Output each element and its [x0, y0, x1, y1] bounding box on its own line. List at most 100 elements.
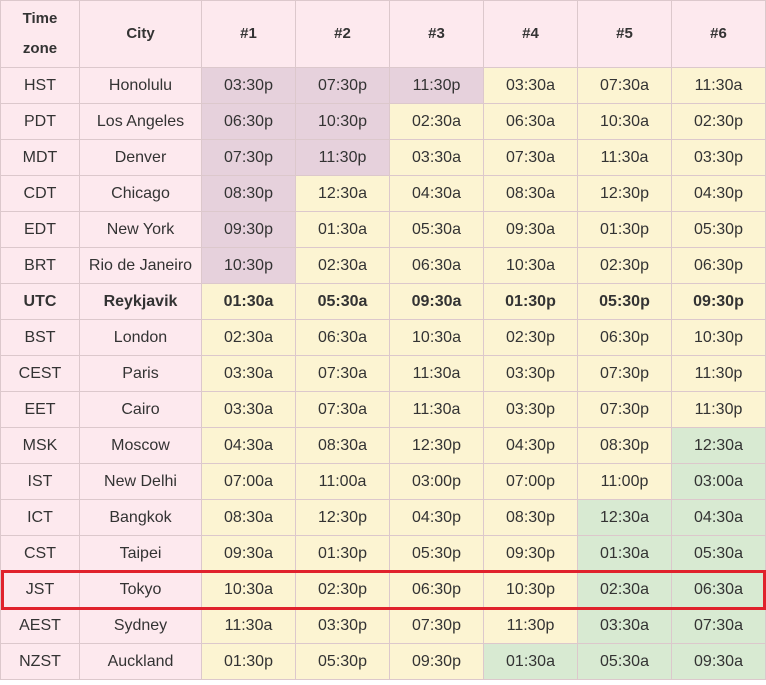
cell-time-slot-1: 07:00a	[201, 463, 296, 500]
cell-time-slot-1: 02:30a	[201, 319, 296, 356]
cell-time-slot-4: 03:30a	[483, 67, 578, 104]
table-row: BRT Rio de Janeiro 10:30p 02:30a 06:30a 10:30…	[0, 247, 766, 284]
cell-time-slot-5: 10:30a	[577, 103, 672, 140]
table-body: HST Honolulu 03:30p 07:30p 11:30p 03:30a 07:30…	[0, 67, 766, 680]
cell-time-slot-6: 11:30a	[671, 67, 766, 104]
cell-time-zone: HST	[0, 67, 80, 104]
cell-time-slot-1: 08:30a	[201, 499, 296, 536]
cell-time-zone: MSK	[0, 427, 80, 464]
cell-time-slot-4: 11:30p	[483, 607, 578, 644]
table-row-highlighted: JST Tokyo 10:30a 02:30p 06:30p 10:30p 02:30a 06…	[0, 571, 766, 608]
cell-time-slot-5: 12:30a	[577, 499, 672, 536]
cell-time-slot-3: 04:30p	[389, 499, 484, 536]
cell-time-slot-3: 06:30a	[389, 247, 484, 284]
cell-time-slot-5: 02:30a	[577, 571, 672, 608]
cell-city: Cairo	[79, 391, 202, 428]
cell-time-slot-3: 11:30a	[389, 391, 484, 428]
cell-time-slot-1: 07:30p	[201, 139, 296, 176]
cell-time-slot-1: 01:30p	[201, 643, 296, 680]
cell-time-slot-6: 06:30a	[671, 571, 766, 608]
cell-city: Reykjavik	[79, 283, 202, 320]
cell-time-slot-2: 02:30p	[295, 571, 390, 608]
table-row: MSK Moscow 04:30a 08:30a 12:30p 04:30p 08:30p 1…	[0, 427, 766, 464]
table-row: EET Cairo 03:30a 07:30a 11:30a 03:30p 07:30p 11…	[0, 391, 766, 428]
cell-time-slot-4: 04:30p	[483, 427, 578, 464]
cell-time-slot-4: 06:30a	[483, 103, 578, 140]
cell-time-zone: MDT	[0, 139, 80, 176]
cell-time-slot-5: 03:30a	[577, 607, 672, 644]
cell-time-zone: CEST	[0, 355, 80, 392]
cell-time-zone: PDT	[0, 103, 80, 140]
cell-time-slot-4: 10:30p	[483, 571, 578, 608]
cell-time-slot-1: 11:30a	[201, 607, 296, 644]
cell-time-slot-5: 07:30a	[577, 67, 672, 104]
cell-city: Rio de Janeiro	[79, 247, 202, 284]
cell-time-slot-6: 09:30a	[671, 643, 766, 680]
header-slot-1: #1	[201, 0, 296, 68]
cell-city: Moscow	[79, 427, 202, 464]
cell-time-slot-2: 05:30a	[295, 283, 390, 320]
table-row: UTC Reykjavik 01:30a 05:30a 09:30a 01:30p 05:3…	[0, 283, 766, 320]
cell-city: Auckland	[79, 643, 202, 680]
cell-time-slot-6: 07:30a	[671, 607, 766, 644]
table-row: CST Taipei 09:30a 01:30p 05:30p 09:30p 01:30a 0…	[0, 535, 766, 572]
cell-time-slot-2: 07:30a	[295, 355, 390, 392]
cell-time-slot-5: 11:00p	[577, 463, 672, 500]
header-slot-4: #4	[483, 0, 578, 68]
cell-time-slot-3: 06:30p	[389, 571, 484, 608]
table-row: ICT Bangkok 08:30a 12:30p 04:30p 08:30p 12:30a…	[0, 499, 766, 536]
cell-time-slot-3: 07:30p	[389, 607, 484, 644]
cell-time-slot-6: 04:30p	[671, 175, 766, 212]
cell-time-slot-6: 05:30a	[671, 535, 766, 572]
cell-time-slot-4: 03:30p	[483, 355, 578, 392]
cell-time-slot-2: 07:30a	[295, 391, 390, 428]
cell-time-slot-5: 06:30p	[577, 319, 672, 356]
cell-time-slot-3: 11:30a	[389, 355, 484, 392]
cell-time-slot-2: 01:30p	[295, 535, 390, 572]
cell-time-slot-3: 11:30p	[389, 67, 484, 104]
cell-time-slot-4: 09:30p	[483, 535, 578, 572]
cell-time-slot-5: 08:30p	[577, 427, 672, 464]
cell-time-slot-5: 01:30p	[577, 211, 672, 248]
cell-time-slot-6: 11:30p	[671, 355, 766, 392]
cell-city: Sydney	[79, 607, 202, 644]
cell-city: London	[79, 319, 202, 356]
cell-time-zone: BST	[0, 319, 80, 356]
cell-time-zone: EET	[0, 391, 80, 428]
cell-city: Denver	[79, 139, 202, 176]
cell-time-slot-6: 06:30p	[671, 247, 766, 284]
cell-time-slot-1: 08:30p	[201, 175, 296, 212]
cell-time-slot-3: 03:30a	[389, 139, 484, 176]
cell-time-zone: AEST	[0, 607, 80, 644]
cell-time-slot-2: 10:30p	[295, 103, 390, 140]
cell-time-slot-5: 12:30p	[577, 175, 672, 212]
cell-time-zone: CST	[0, 535, 80, 572]
table-row: IST New Delhi 07:00a 11:00a 03:00p 07:00p 11:0…	[0, 463, 766, 500]
cell-time-slot-4: 08:30a	[483, 175, 578, 212]
cell-time-slot-4: 07:30a	[483, 139, 578, 176]
cell-time-zone: UTC	[0, 283, 80, 320]
cell-time-slot-4: 01:30p	[483, 283, 578, 320]
cell-city: New Delhi	[79, 463, 202, 500]
cell-time-slot-3: 12:30p	[389, 427, 484, 464]
cell-time-slot-6: 03:30p	[671, 139, 766, 176]
cell-city: Paris	[79, 355, 202, 392]
cell-city: Taipei	[79, 535, 202, 572]
cell-time-slot-4: 08:30p	[483, 499, 578, 536]
cell-time-slot-1: 10:30p	[201, 247, 296, 284]
cell-time-slot-4: 03:30p	[483, 391, 578, 428]
cell-city: Chicago	[79, 175, 202, 212]
cell-city: Honolulu	[79, 67, 202, 104]
header-time-zone: Time zone	[0, 0, 80, 68]
table-row: EDT New York 09:30p 01:30a 05:30a 09:30a 01:30…	[0, 211, 766, 248]
cell-city: Bangkok	[79, 499, 202, 536]
cell-time-slot-3: 04:30a	[389, 175, 484, 212]
cell-time-slot-6: 11:30p	[671, 391, 766, 428]
cell-time-slot-6: 04:30a	[671, 499, 766, 536]
cell-city: Tokyo	[79, 571, 202, 608]
timezone-table: Time zone City #1 #2 #3 #4 #5 #6 HST Hono…	[0, 0, 766, 680]
header-slot-5: #5	[577, 0, 672, 68]
cell-time-slot-1: 09:30p	[201, 211, 296, 248]
cell-time-zone: BRT	[0, 247, 80, 284]
table-row: AEST Sydney 11:30a 03:30p 07:30p 11:30p 03:30a…	[0, 607, 766, 644]
